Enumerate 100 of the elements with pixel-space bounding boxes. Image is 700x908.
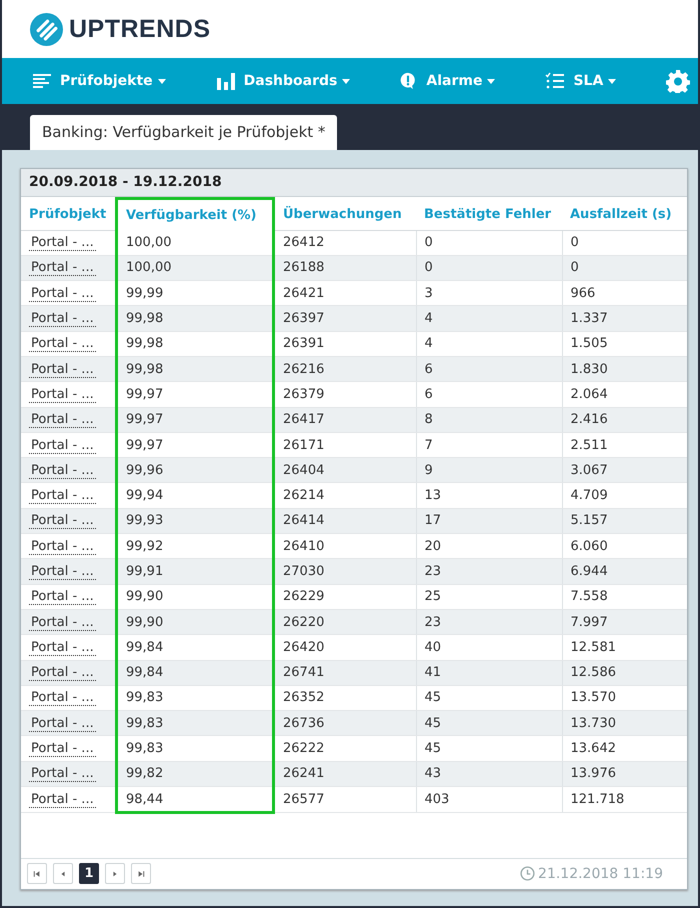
table-cell: 99,90 [126,614,164,630]
table-cell: 99,82 [126,766,164,782]
first-page-button[interactable] [27,863,47,884]
previous-icon [59,870,67,878]
table-cell: 26412 [283,235,324,250]
table-cell: 7.997 [570,614,608,630]
table-cell: 45 [424,741,442,756]
table-cell: 966 [570,286,596,301]
menu-icon [32,72,52,90]
settings-button[interactable] [666,69,690,93]
table-cell: 0 [424,235,433,250]
monitor-link[interactable]: Portal - ... [29,336,96,352]
table-cell: 6.944 [570,564,608,579]
table-cell: 98,44 [126,792,164,807]
table-cell: 26410 [283,538,324,554]
bar-chart-icon [216,72,236,90]
table-cell: 99,97 [126,412,164,428]
table-cell: 99,99 [126,286,164,301]
last-page-button[interactable] [131,863,151,884]
table-cell: 99,83 [126,690,164,706]
table-cell: 7.558 [570,589,608,604]
table-cell: 26404 [283,462,324,478]
table-cell: 6.060 [570,538,608,554]
table-cell: 99,84 [126,665,164,680]
caret-icon [608,78,616,84]
timestamp: 21.12.2018 11:19 [538,866,663,882]
table-cell: 99,96 [126,462,164,478]
table-cell: 99,97 [126,386,164,402]
caret-icon [158,78,166,84]
table-cell: 99,98 [126,336,164,352]
table-cell: 27030 [283,564,324,579]
monitor-link[interactable]: Portal - ... [29,690,96,706]
table-cell: 99,84 [126,640,164,655]
table-cell: 1.337 [570,311,608,326]
table-cell: 0 [424,260,433,276]
last-page-icon [137,870,145,878]
page-button[interactable]: 1 [79,863,99,884]
report-tab[interactable]: Banking: Verfügbarkeit je Prüfobjekt * [30,115,338,150]
table-cell: 26379 [283,386,324,402]
next-page-button[interactable] [105,863,125,884]
table-cell: 99,93 [126,513,164,528]
monitor-link[interactable]: Portal - ... [29,286,96,302]
table-cell: 99,83 [126,716,164,731]
table-cell: 26736 [283,716,324,731]
table-cell: 45 [424,690,442,706]
table-cell: 26229 [283,589,324,604]
monitor-link[interactable]: Portal - ... [29,488,96,504]
table-cell: 26188 [283,260,324,276]
table-cell: 121.718 [570,792,624,808]
table-cell: 26171 [283,438,324,453]
table-cell: 7 [424,438,433,453]
table-cell: 26222 [283,741,324,756]
table-cell: 9 [424,462,433,478]
monitor-link[interactable]: Portal - ... [29,792,96,808]
monitor-link[interactable]: Portal - ... [29,386,96,403]
table-cell: 403 [424,792,450,808]
previous-page-button[interactable] [53,863,73,884]
table-cell: 4 [424,336,433,352]
table-cell: 99,98 [126,362,164,377]
table-cell: 25 [424,589,442,604]
table-cell: 26577 [283,792,324,808]
next-icon [111,870,119,878]
date-range: 20.09.2018 - 19.12.2018 [21,169,687,197]
table-cell: 26214 [283,488,324,504]
table-cell: 26352 [283,690,324,706]
table-cell: 4 [424,311,433,326]
monitor-link[interactable]: Portal - ... [29,235,96,252]
table-cell: 26421 [283,286,324,301]
table-cell: 13 [424,488,442,504]
table-cell: 0 [570,235,579,250]
monitor-link[interactable]: Portal - ... [29,640,96,656]
table-cell: 26420 [283,640,324,655]
table-cell: 99,98 [126,311,164,326]
monitor-link[interactable]: Portal - ... [29,538,96,555]
table-cell: 26241 [283,766,324,782]
monitor-link[interactable]: Portal - ... [29,589,96,606]
monitor-link[interactable]: Portal - ... [29,438,96,454]
table-cell: 5.157 [570,513,608,528]
table-cell: 13.976 [570,766,616,782]
settings-icon [666,69,690,93]
table-cell: 13.730 [570,716,616,731]
table-cell: 99,94 [126,488,164,504]
table-cell: 26220 [283,614,324,630]
table-cell: 100,00 [126,234,172,250]
table-cell: 99,97 [126,438,164,453]
table-cell: 20 [424,538,442,554]
table-cell: 99,92 [126,538,164,554]
table-cell: 99,91 [126,564,164,579]
table-cell: 43 [424,766,442,782]
table-cell: 4.709 [570,488,608,504]
table-cell: 23 [424,564,442,579]
checklist-icon [545,72,566,90]
table-cell: 40 [424,640,442,655]
first-page-icon [33,870,41,878]
caret-icon [342,78,350,84]
caret-icon [487,78,496,84]
table-cell: 26391 [283,336,324,352]
table-cell: 100,00 [126,260,172,276]
table-cell: 6 [424,386,433,402]
monitor-link[interactable]: Portal - ... [29,741,96,758]
